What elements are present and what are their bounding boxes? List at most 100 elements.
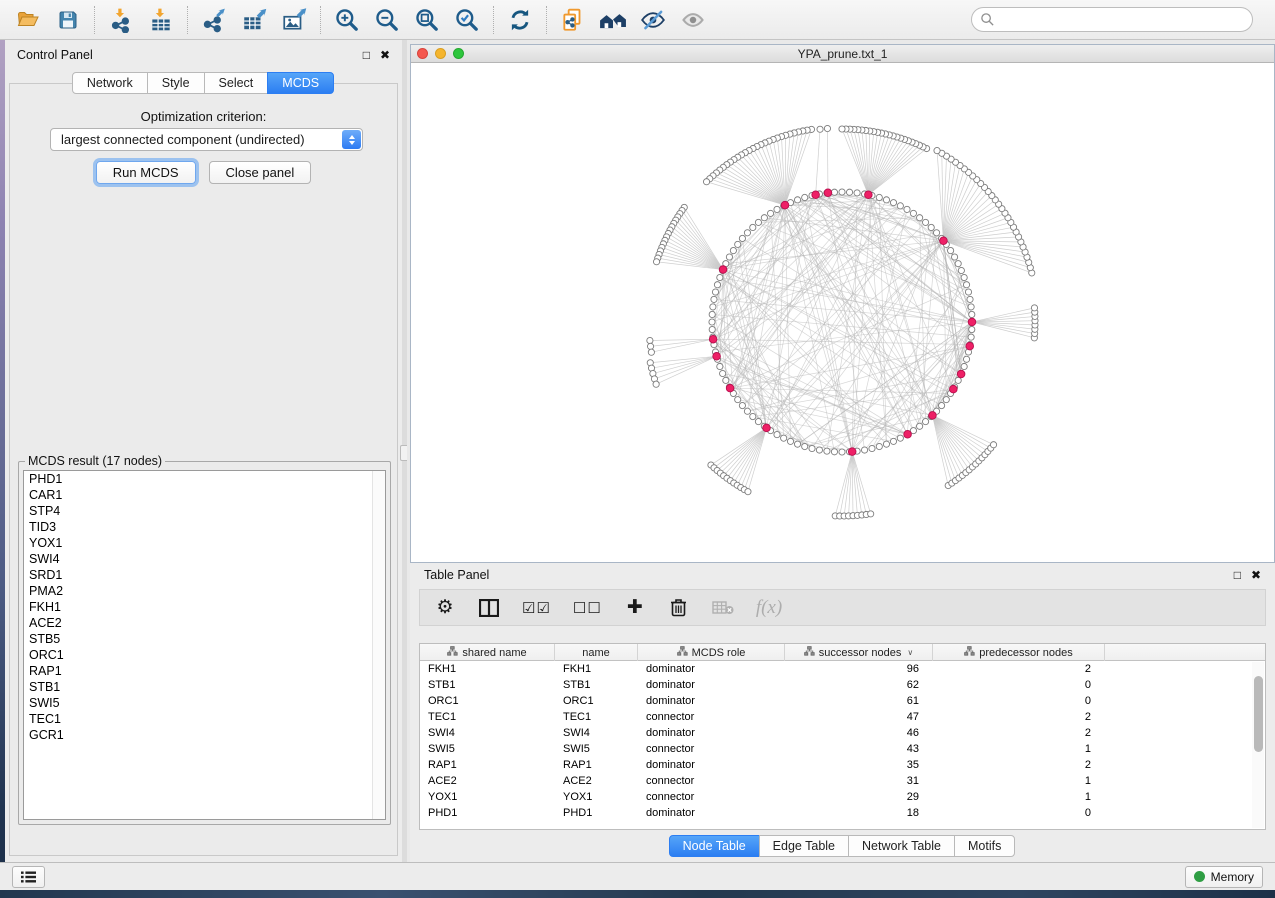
table-row[interactable]: ACE2ACE2connector311 [420,773,1265,789]
export-network-button[interactable] [194,3,234,37]
result-scrollbar[interactable] [372,471,385,819]
cell-MCDS-role: dominator [638,757,785,773]
network-canvas[interactable] [411,63,1274,562]
result-item[interactable]: SWI5 [24,695,385,711]
cell-name: YOX1 [555,789,638,805]
cell-successor-nodes: 96 [785,661,933,677]
refresh-layout-button[interactable] [500,3,540,37]
split-panel-icon[interactable] [478,595,500,621]
result-item[interactable]: SRD1 [24,567,385,583]
zoom-in-button[interactable] [327,3,367,37]
search-input[interactable] [1000,12,1244,28]
result-item[interactable]: STB1 [24,679,385,695]
result-item[interactable]: ORC1 [24,647,385,663]
cell-shared-name: STB1 [420,677,555,693]
hide-selected-button[interactable] [633,3,673,37]
table-row[interactable]: SWI4SWI4dominator462 [420,725,1265,741]
result-item[interactable]: SWI4 [24,551,385,567]
result-item[interactable]: CAR1 [24,487,385,503]
cell-successor-nodes: 35 [785,757,933,773]
task-list-icon [21,871,36,883]
open-file-button[interactable] [8,3,48,37]
duplicate-network-button[interactable] [553,3,593,37]
table-row[interactable]: FKH1FKH1dominator962 [420,661,1265,677]
table-row[interactable]: ORC1ORC1dominator610 [420,693,1265,709]
result-item[interactable]: GCR1 [24,727,385,743]
tab-network[interactable]: Network [72,72,148,94]
first-neighbors-button[interactable] [593,3,633,37]
table-row[interactable]: RAP1RAP1dominator352 [420,757,1265,773]
memory-button[interactable]: Memory [1185,866,1263,888]
delete-column-icon[interactable] [668,595,690,621]
tab-edge-table[interactable]: Edge Table [759,835,849,857]
close-panel-button[interactable]: Close panel [209,161,312,184]
close-panel-icon[interactable]: ✖ [1251,569,1261,581]
table-tabs: Node TableEdge TableNetwork TableMotifs [410,833,1275,859]
tab-select[interactable]: Select [204,72,269,94]
import-network-button[interactable] [101,3,141,37]
table-scrollbar-thumb[interactable] [1254,676,1263,752]
network-graph[interactable] [411,63,1275,562]
column-header-predecessor-nodes[interactable]: predecessor nodes [933,644,1105,661]
result-item[interactable]: TID3 [24,519,385,535]
result-item[interactable]: TEC1 [24,711,385,727]
cell-predecessor-nodes: 2 [933,661,1105,677]
run-mcds-button[interactable]: Run MCDS [96,161,196,184]
cell-predecessor-nodes: 0 [933,677,1105,693]
tab-motifs[interactable]: Motifs [954,835,1015,857]
table-row[interactable]: PHD1PHD1dominator180 [420,805,1265,821]
close-panel-icon[interactable]: ✖ [380,49,390,61]
deselect-all-columns-icon[interactable]: ☐☐ [573,595,602,621]
import-table-button[interactable] [141,3,181,37]
first-neighbors-icon [599,7,627,33]
criterion-select[interactable]: largest connected component (undirected) [50,128,363,151]
result-item[interactable]: RAP1 [24,663,385,679]
result-item[interactable]: FKH1 [24,599,385,615]
select-all-columns-icon[interactable]: ☑☑ [522,595,551,621]
task-history-button[interactable] [12,866,45,888]
result-item[interactable]: STP4 [24,503,385,519]
zoom-selected-button[interactable] [447,3,487,37]
select-stepper-icon [342,130,361,149]
table-row[interactable]: YOX1YOX1connector291 [420,789,1265,805]
table-scrollbar[interactable] [1252,662,1264,828]
column-header-successor-nodes[interactable]: successor nodes∨ [785,644,933,661]
mcds-result-list: PHD1CAR1STP4TID3YOX1SWI4SRD1PMA2FKH1ACE2… [23,470,386,820]
main-toolbar [0,0,1275,40]
float-panel-icon[interactable]: □ [1234,569,1241,581]
column-header-shared-name[interactable]: shared name [420,644,555,661]
cell-MCDS-role: connector [638,741,785,757]
zoom-out-button[interactable] [367,3,407,37]
result-item[interactable]: PMA2 [24,583,385,599]
column-header-name[interactable]: name [555,644,638,661]
desktop-wallpaper [0,890,1275,898]
cell-shared-name: SWI4 [420,725,555,741]
export-image-button[interactable] [274,3,314,37]
optimization-criterion-label: Optimization criterion: [10,109,397,124]
cell-successor-nodes: 62 [785,677,933,693]
tab-mcds[interactable]: MCDS [267,72,334,94]
export-table-button[interactable] [234,3,274,37]
show-all-button[interactable] [673,3,713,37]
table-row[interactable]: TEC1TEC1connector472 [420,709,1265,725]
memory-status-icon [1194,871,1205,882]
table-row[interactable]: SWI5SWI5connector431 [420,741,1265,757]
tab-network-table[interactable]: Network Table [848,835,955,857]
result-item[interactable]: YOX1 [24,535,385,551]
result-item[interactable]: ACE2 [24,615,385,631]
result-item[interactable]: PHD1 [24,471,385,487]
table-row[interactable]: STB1STB1dominator620 [420,677,1265,693]
main-area: Control Panel □ ✖ NetworkStyleSelectMCDS… [5,40,1275,862]
zoom-fit-button[interactable] [407,3,447,37]
import-table-icon [148,7,174,33]
tab-node-table[interactable]: Node Table [669,835,760,857]
search-box [971,7,1253,32]
result-item[interactable]: STB5 [24,631,385,647]
column-settings-gear-icon[interactable]: ⚙ [434,595,456,621]
mcds-result-items: PHD1CAR1STP4TID3YOX1SWI4SRD1PMA2FKH1ACE2… [24,471,385,743]
tab-style[interactable]: Style [147,72,205,94]
column-header-MCDS-role[interactable]: MCDS role [638,644,785,661]
add-column-icon[interactable]: ✚ [624,595,646,621]
float-panel-icon[interactable]: □ [363,49,370,61]
save-session-button[interactable] [48,3,88,37]
